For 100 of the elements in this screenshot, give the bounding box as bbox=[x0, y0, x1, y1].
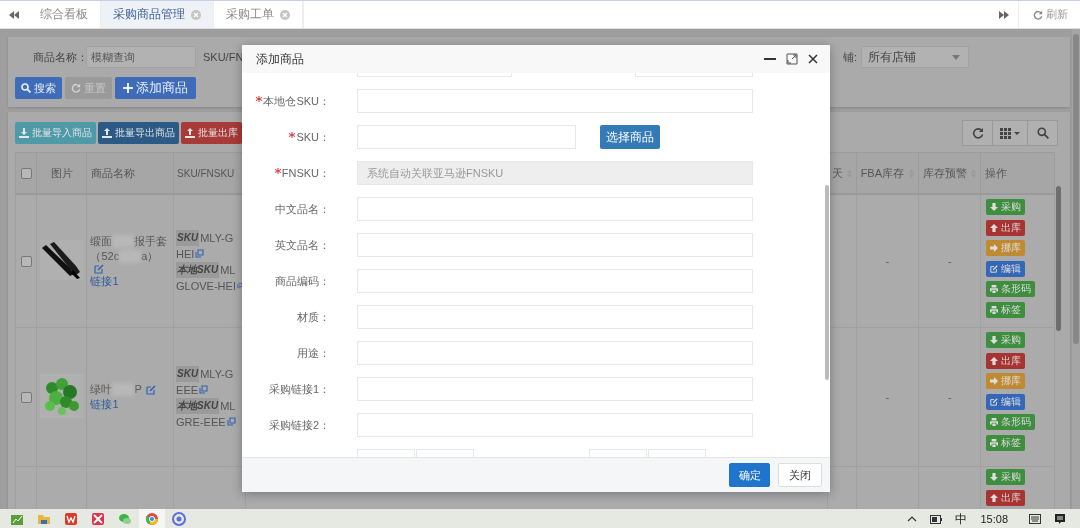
keyboard-icon[interactable] bbox=[1029, 514, 1041, 524]
printer-icon bbox=[990, 438, 999, 447]
field-label: 商品名称： bbox=[33, 49, 86, 65]
field-label: 英文品名： bbox=[274, 237, 330, 253]
column-header: 图片 bbox=[50, 166, 73, 179]
printer-icon bbox=[990, 285, 999, 293]
sku-text: EEE bbox=[176, 382, 199, 397]
edit-icon[interactable] bbox=[145, 384, 156, 395]
maximize-icon[interactable] bbox=[786, 53, 798, 65]
battery-icon[interactable] bbox=[930, 514, 943, 524]
toolbar-button[interactable]: 批量导入商品 bbox=[15, 122, 96, 144]
column-header: SKU/FNSKU bbox=[177, 167, 235, 179]
folder-icon[interactable] bbox=[37, 512, 51, 526]
toolbar-button[interactable]: 批量导出商品 bbox=[98, 122, 179, 144]
notification-icon[interactable] bbox=[1054, 513, 1066, 525]
app-icon[interactable] bbox=[91, 512, 105, 526]
printer-icon bbox=[990, 305, 999, 314]
action-button[interactable]: 采购 bbox=[986, 199, 1026, 215]
caret-icon bbox=[952, 54, 960, 60]
scrollbar-thumb[interactable] bbox=[1073, 34, 1079, 344]
sku-tag: SKU bbox=[176, 229, 200, 246]
copy-icon[interactable] bbox=[226, 417, 236, 426]
refresh-icon bbox=[1033, 9, 1043, 20]
search-button[interactable] bbox=[1027, 120, 1058, 146]
input-method-indicator[interactable]: 中 bbox=[955, 510, 968, 528]
columns-button[interactable] bbox=[992, 120, 1028, 146]
dialog-title: 添加商品 bbox=[256, 50, 304, 68]
up-arrow-icon bbox=[990, 356, 999, 365]
app-icon[interactable] bbox=[172, 512, 186, 526]
sku-text: MLY-G bbox=[200, 230, 234, 245]
edit-icon[interactable] bbox=[94, 263, 105, 274]
sku-text: ML bbox=[220, 398, 236, 413]
field-label: 本地仓SKU： bbox=[242, 93, 330, 109]
product-link[interactable]: 链接1 bbox=[90, 397, 171, 412]
action-button[interactable]: 标签 bbox=[986, 301, 1026, 318]
sku-tag: SKU bbox=[176, 365, 200, 382]
edit-icon bbox=[990, 264, 999, 273]
chart-app-icon[interactable] bbox=[10, 512, 24, 526]
dialog-button[interactable]: 关闭 bbox=[778, 463, 822, 487]
action-button[interactable]: 挪库 bbox=[986, 373, 1026, 389]
scrollbar-thumb[interactable] bbox=[1056, 186, 1061, 331]
checkbox[interactable] bbox=[20, 168, 32, 180]
printer-icon bbox=[990, 418, 999, 426]
search-button[interactable]: 添加商品 bbox=[115, 77, 196, 99]
action-button[interactable]: 标签 bbox=[986, 434, 1026, 451]
checkbox[interactable] bbox=[20, 256, 32, 268]
action-button[interactable]: 出库 bbox=[986, 489, 1026, 506]
sku-tag: 本地SKU bbox=[176, 397, 220, 414]
search-button[interactable]: 搜索 bbox=[15, 77, 62, 99]
action-button[interactable]: 编辑 bbox=[986, 260, 1026, 277]
table-cell: - bbox=[885, 255, 890, 267]
search-icon bbox=[1036, 127, 1049, 139]
field-label: 采购链接1： bbox=[267, 381, 330, 397]
table-cell: - bbox=[947, 391, 952, 403]
right-arrow-icon bbox=[990, 244, 999, 252]
down-arrow-icon bbox=[990, 203, 999, 211]
double-left-arrow-icon bbox=[9, 9, 19, 20]
column-header: 商品名称 bbox=[91, 166, 136, 179]
sku-text: GLOVE-HEI bbox=[176, 278, 236, 293]
action-button[interactable]: 挪库 bbox=[986, 240, 1026, 256]
product-link[interactable]: 链接1 bbox=[90, 273, 171, 289]
field-label: 用途： bbox=[296, 345, 330, 361]
action-button[interactable]: 采购 bbox=[986, 469, 1026, 485]
action-button[interactable]: 出库 bbox=[986, 219, 1026, 236]
app-icon[interactable] bbox=[64, 512, 78, 526]
toolbar-button[interactable]: 批量出库 bbox=[181, 122, 242, 144]
checkbox[interactable] bbox=[20, 392, 32, 404]
action-button[interactable]: 条形码 bbox=[986, 414, 1036, 430]
edit-icon bbox=[990, 397, 999, 406]
chat-app-icon[interactable] bbox=[118, 512, 132, 526]
sku-text: MLY-G bbox=[200, 366, 234, 381]
action-button[interactable]: 条形码 bbox=[986, 281, 1036, 297]
action-button[interactable]: 采购 bbox=[986, 332, 1026, 348]
right-arrow-icon bbox=[990, 377, 999, 385]
field-label: 中文品名： bbox=[274, 201, 330, 217]
plus-icon bbox=[123, 83, 133, 93]
grid-icon bbox=[1000, 127, 1020, 139]
tab-label: 综合看板 bbox=[40, 6, 88, 23]
dialog-button[interactable]: 确定 bbox=[729, 463, 770, 487]
tab-label: 采购工单 bbox=[226, 6, 274, 23]
action-button[interactable]: 出库 bbox=[986, 352, 1026, 369]
required-icon bbox=[274, 168, 281, 174]
refresh-icon bbox=[971, 127, 984, 139]
scrollbar-thumb[interactable] bbox=[825, 185, 829, 380]
select-product-button[interactable]: 选择商品 bbox=[600, 125, 660, 149]
refresh-button[interactable] bbox=[962, 120, 993, 146]
required-icon bbox=[256, 96, 263, 102]
copy-icon[interactable] bbox=[236, 281, 243, 290]
clock[interactable]: 15:08 bbox=[980, 513, 1008, 525]
chevron-up-icon[interactable] bbox=[907, 516, 918, 522]
shop-select[interactable]: 所有店铺 bbox=[861, 46, 969, 68]
tab[interactable]: 采购商品管理 bbox=[101, 1, 214, 28]
sku-text: HEI bbox=[176, 246, 195, 261]
up-arrow-icon bbox=[990, 493, 999, 502]
close-icon[interactable] bbox=[808, 54, 818, 64]
field-label: FNSKU： bbox=[242, 165, 330, 181]
action-button[interactable]: 编辑 bbox=[986, 393, 1026, 410]
search-field[interactable]: 模糊查询 bbox=[86, 46, 196, 68]
product-name: P bbox=[134, 382, 142, 397]
browser-icon[interactable] bbox=[145, 512, 159, 526]
